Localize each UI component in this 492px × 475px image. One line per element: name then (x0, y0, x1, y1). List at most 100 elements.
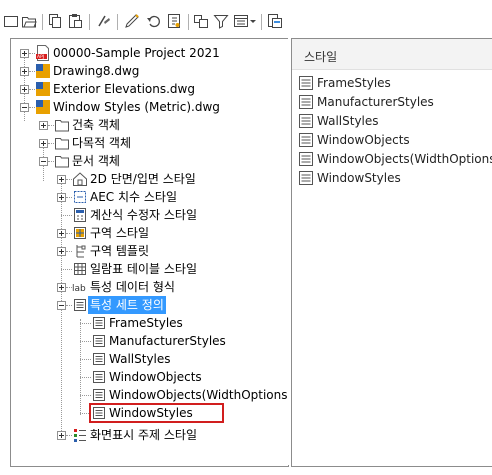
expand-toggle[interactable] (20, 85, 29, 94)
list-item[interactable]: WindowObjects (298, 131, 412, 149)
list-item-label: WindowObjects (317, 133, 410, 147)
tree-item-label: ManufacturerStyles (109, 334, 226, 348)
display-theme-icon (72, 427, 88, 443)
tree-item-label: 00000-Sample Project 2021 (53, 46, 220, 60)
list-item-label: FrameStyles (317, 76, 391, 90)
tree-item-property-set-definitions[interactable]: 특성 세트 정의 (72, 296, 166, 314)
tree-item-manufacturerstyles[interactable]: ManufacturerStyles (91, 332, 228, 350)
tree-item-windowobjects-widthoptions[interactable]: WindowObjects(WidthOptions) (91, 386, 289, 404)
tree-item-architectural-objects[interactable]: 건축 객체 (54, 116, 122, 134)
expand-toggle[interactable] (57, 193, 66, 202)
column-header-style[interactable]: 스타일 (292, 39, 492, 70)
property-set-icon (298, 151, 314, 167)
copy-icon[interactable] (47, 13, 63, 29)
property-set-icon (91, 333, 107, 349)
tree-item-aec-dimension-style[interactable]: AEC 치수 스타일 (72, 188, 179, 206)
properties-icon[interactable] (166, 13, 182, 29)
list-item-label: ManufacturerStyles (317, 95, 434, 109)
tree-item-wallstyles[interactable]: WallStyles (91, 350, 173, 368)
tree-item-calculation-modifier-style[interactable]: 계산식 수정자 스타일 (72, 206, 199, 224)
filter-icon[interactable] (213, 13, 229, 29)
tree-item-label: 구역 스타일 (90, 226, 150, 240)
tree-item-label: 구역 템플릿 (90, 244, 150, 258)
open-icon[interactable] (21, 13, 37, 29)
property-set-icon (72, 297, 88, 313)
property-set-icon (91, 351, 107, 367)
expand-toggle[interactable] (57, 431, 66, 440)
list-item[interactable]: WindowStyles (298, 169, 403, 187)
list-pane[interactable]: 스타일 FrameStyles ManufacturerStyles WallS… (291, 38, 492, 467)
tree-item-sample-project[interactable]: APJ 00000-Sample Project 2021 (35, 44, 222, 62)
property-set-icon (298, 75, 314, 91)
view-icon[interactable] (193, 13, 209, 29)
expand-toggle[interactable] (20, 67, 29, 76)
toolbar-separator (89, 14, 90, 30)
property-set-icon (298, 132, 314, 148)
tree-item-framestyles[interactable]: FrameStyles (91, 314, 185, 332)
property-set-icon (298, 170, 314, 186)
zone-style-icon (72, 225, 88, 241)
list-item[interactable]: ManufacturerStyles (298, 93, 436, 111)
expand-toggle[interactable] (20, 49, 29, 58)
tree-item-property-data-format[interactable]: lab 특성 데이터 형식 (72, 278, 177, 296)
tree-item-label: 특성 세트 정의 (88, 296, 166, 314)
tree-item-label: 일람표 테이블 스타일 (90, 262, 197, 276)
collapse-toggle[interactable] (20, 103, 29, 112)
tree-item-documentation-objects[interactable]: 문서 객체 (54, 152, 122, 170)
tree-item-label: 계산식 수정자 스타일 (90, 208, 197, 222)
folder-icon (54, 117, 70, 133)
svg-text:APJ: APJ (37, 54, 44, 60)
collapse-toggle[interactable] (39, 157, 48, 166)
view-mode-icon[interactable] (233, 13, 249, 29)
collapse-toggle[interactable] (57, 301, 66, 310)
dock-icon[interactable] (267, 13, 283, 29)
expand-toggle[interactable] (57, 229, 66, 238)
toolbar-separator (261, 14, 262, 30)
edit-icon[interactable] (124, 13, 140, 29)
list-item[interactable]: WallStyles (298, 112, 381, 130)
tree-item-zone-style[interactable]: 구역 스타일 (72, 224, 151, 242)
expand-toggle[interactable] (39, 139, 48, 148)
folder-open-icon (54, 153, 70, 169)
tree-item-zone-template[interactable]: 구역 템플릿 (72, 242, 151, 260)
tree-item-label: 화면표시 주제 스타일 (90, 428, 197, 442)
tree-item-label: WindowObjects (109, 370, 202, 384)
property-set-icon (91, 387, 107, 403)
tree-item-label: FrameStyles (109, 316, 183, 330)
property-set-icon (298, 113, 314, 129)
property-set-icon (91, 369, 107, 385)
list-item-label: WindowStyles (317, 171, 401, 185)
tree-item-label: WindowObjects(WidthOptions) (109, 388, 289, 402)
dropdown-icon[interactable] (248, 13, 258, 29)
tree-item-schedule-table-style[interactable]: 일람표 테이블 스타일 (72, 260, 199, 278)
tree-item-2d-section-style[interactable]: 2D 단면/입면 스타일 (72, 170, 198, 188)
tree-item-label: 다목적 객체 (72, 136, 132, 150)
folder-icon (54, 135, 70, 151)
list-item[interactable]: WindowObjects(WidthOptions) (298, 150, 492, 168)
tree-item-drawing8[interactable]: Drawing8.dwg (35, 62, 141, 80)
expand-toggle[interactable] (57, 247, 66, 256)
zone-template-icon (72, 243, 88, 259)
tree-item-label: 문서 객체 (72, 154, 120, 168)
tree-item-display-theme-style[interactable]: 화면표시 주제 스타일 (72, 426, 199, 444)
tree-pane[interactable]: APJ 00000-Sample Project 2021 Drawing8.d… (10, 38, 289, 467)
expand-toggle[interactable] (57, 283, 66, 292)
expand-toggle[interactable] (57, 175, 66, 184)
tree-item-window-styles-metric[interactable]: Window Styles (Metric).dwg (35, 98, 222, 116)
tree-item-label: Window Styles (Metric).dwg (53, 100, 220, 114)
new-icon[interactable] (3, 13, 19, 29)
house-section-icon (72, 171, 88, 187)
dwg-file-icon (35, 81, 51, 97)
undo-icon[interactable] (146, 13, 162, 29)
tree-item-multipurpose-objects[interactable]: 다목적 객체 (54, 134, 133, 152)
purge-icon[interactable] (96, 13, 112, 29)
tree-item-exterior-elevations[interactable]: Exterior Elevations.dwg (35, 80, 197, 98)
list-item[interactable]: FrameStyles (298, 74, 393, 92)
tree-item-label: Drawing8.dwg (53, 64, 140, 78)
column-header-label: 스타일 (304, 50, 338, 64)
expand-toggle[interactable] (39, 121, 48, 130)
tree-item-windowobjects[interactable]: WindowObjects (91, 368, 204, 386)
paste-icon[interactable] (67, 13, 83, 29)
calculator-icon (72, 207, 88, 223)
tree-item-label: 건축 객체 (72, 118, 120, 132)
